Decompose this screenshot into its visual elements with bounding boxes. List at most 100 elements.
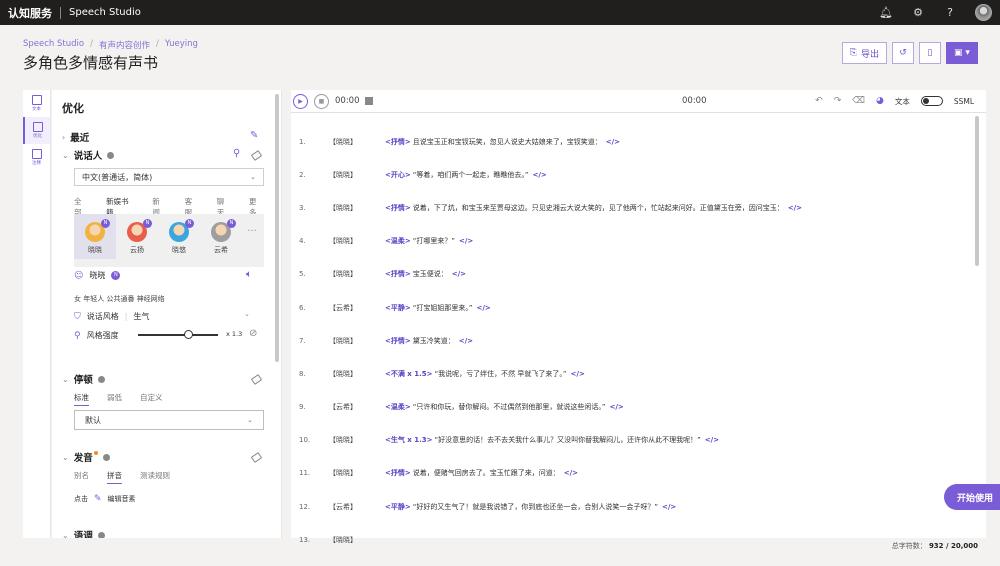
script-line[interactable]: 9. 【云希】 <温柔> “只许和你玩，替你解闷。不过偶然到他那里，就说这些闲话。” <… (299, 391, 959, 424)
voice-card[interactable]: N 云希 (200, 219, 242, 255)
line-text[interactable]: “好好的又生气了！就是我说错了，你到底也还坐一会，合别人说笑一会子呀？” (413, 502, 658, 512)
rail-item-text[interactable]: 文本 (23, 90, 50, 117)
eraser-icon[interactable] (250, 150, 263, 161)
language-select[interactable]: 中文(普通话，简体) ⌄ (74, 168, 264, 186)
slider-thumb[interactable] (183, 330, 193, 339)
line-text[interactable]: “好没意思的话！去不去关我什么事儿？又没叫你替我解闷儿，还许你从此不理我呢！” (435, 435, 701, 445)
emotion-tag[interactable]: <平静> (385, 502, 411, 512)
section-recent[interactable]: › 最近 (62, 130, 89, 145)
eraser-icon[interactable]: ⌫ (852, 96, 865, 106)
palette-icon[interactable]: ◕ (876, 96, 884, 106)
rail-item-comment[interactable]: 注释 (23, 144, 50, 171)
play-button[interactable]: ▶ (293, 93, 308, 109)
script-line[interactable]: 13. 【晓晓】 (299, 523, 959, 556)
breadcrumb-item-studio[interactable]: Speech Studio (23, 39, 84, 51)
voice-card[interactable]: N 晓晓 (74, 214, 116, 259)
tag-close[interactable]: </> (571, 370, 585, 378)
voice-card[interactable]: N 晓悠 (158, 219, 200, 255)
voice-settings-icon[interactable]: ⚲ (233, 148, 240, 159)
get-started-button[interactable]: 开始使用 (944, 484, 1000, 510)
export-button[interactable]: ⎘ 导出 (841, 42, 887, 64)
intensity-slider[interactable] (138, 330, 218, 339)
section-speaker[interactable]: ⌄ 说话人 (62, 148, 115, 162)
redo-icon[interactable]: ↷ (834, 96, 842, 106)
emotion-tag[interactable]: <抒情> (385, 269, 411, 279)
voice-card[interactable]: N 云扬 (116, 219, 158, 255)
more-voices-icon[interactable]: ··· (242, 222, 262, 237)
tag-close[interactable]: </> (452, 270, 466, 278)
line-text[interactable]: 宝玉便说： (413, 269, 448, 279)
ssml-toggle[interactable] (920, 96, 943, 106)
eraser-icon[interactable] (250, 374, 263, 385)
tag-close[interactable]: </> (606, 138, 620, 146)
save-button[interactable]: ▣ ▾ (946, 42, 978, 64)
pause-select[interactable]: 默认 ⌄ (74, 410, 264, 430)
eraser-icon[interactable] (250, 452, 263, 463)
breadcrumb-item-creation[interactable]: 有声内容创作 (99, 39, 150, 51)
tag-close[interactable]: </> (477, 304, 491, 312)
line-text[interactable]: “打宝姐姐那里来。” (413, 303, 473, 313)
tab-alias[interactable]: 别名 (74, 470, 89, 484)
script-line[interactable]: 4. 【晓晓】 <温柔> “打哪里来？” </> (299, 225, 959, 258)
tag-close[interactable]: </> (705, 436, 719, 444)
product-title[interactable]: Speech Studio (69, 7, 141, 18)
emotion-tag[interactable]: <温柔> (385, 236, 411, 246)
speaker-play-icon[interactable]: 🔈︎ (246, 269, 252, 280)
brand-title[interactable]: 认知服务 (8, 5, 52, 21)
section-intonation[interactable]: ⌄ 语调 (62, 528, 105, 538)
reset-icon[interactable]: ⊘ (249, 328, 257, 339)
line-text[interactable]: 说着，下了炕，和宝玉来至贾母这边。只见史湘云大说大笑的，见了他两个，忙站起来问好… (413, 203, 784, 213)
breadcrumb-item-project[interactable]: Yueying (165, 39, 198, 51)
script-line[interactable]: 11. 【晓晓】 <抒情> 说着，便赌气回房去了。宝玉忙跟了来，问道： </> (299, 457, 959, 490)
tag-close[interactable]: </> (662, 503, 676, 511)
help-icon[interactable]: ? (943, 6, 957, 20)
section-pause[interactable]: ⌄ 停顿 (62, 372, 105, 386)
emotion-tag[interactable]: <开心> (385, 170, 411, 180)
script-line[interactable]: 12. 【云希】 <平静> “好好的又生气了！就是我说错了，你到底也还坐一会，合别人说… (299, 490, 959, 523)
panel-scrollbar[interactable] (275, 94, 279, 362)
script-line[interactable]: 6. 【云希】 <平静> “打宝姐姐那里来。” </> (299, 291, 959, 324)
tab-pinyin[interactable]: 拼音 (107, 470, 122, 484)
script-line[interactable]: 7. 【晓晓】 <抒情> 黛玉冷笑道： </> (299, 324, 959, 357)
line-text[interactable]: 黛玉冷笑道： (413, 336, 455, 346)
emotion-tag[interactable]: <平静> (385, 303, 411, 313)
line-text[interactable]: 且说宝玉正和宝钗玩笑，忽见人说史大姑娘来了，宝钗笑道： (413, 137, 602, 147)
edit-phoneme-link[interactable]: 编辑音素 (108, 494, 136, 504)
emotion-tag[interactable]: <生气 x 1.3> (385, 435, 433, 445)
tag-close[interactable]: </> (459, 237, 473, 245)
file-button[interactable]: ▯ (919, 42, 941, 64)
script-line[interactable]: 1. 【晓晓】 <抒情> 且说宝玉正和宝钗玩笑，忽见人说史大姑娘来了，宝钗笑道： </> (299, 125, 959, 158)
info-icon[interactable] (102, 453, 110, 461)
tag-close[interactable]: </> (459, 337, 473, 345)
tab-custom[interactable]: 自定义 (140, 392, 163, 406)
line-text[interactable]: “只许和你玩，替你解闷。不过偶然到他那里，就说这些闲话。” (413, 402, 606, 412)
info-icon[interactable] (97, 375, 105, 383)
script-line[interactable]: 8. 【晓晓】 <不满 x 1.5> “我说呢，亏了绊住，不然 早就飞了来了。” </> (299, 357, 959, 390)
emotion-tag[interactable]: <抒情> (385, 137, 411, 147)
section-pronunciation[interactable]: ⌄ 发音 (62, 450, 110, 464)
line-text[interactable]: “等着，咱们两个一起走，瞧瞧他去。” (413, 170, 529, 180)
tag-close[interactable]: </> (610, 403, 624, 411)
tag-close[interactable]: </> (788, 204, 802, 212)
line-text[interactable]: 说着，便赌气回房去了。宝玉忙跟了来，问道： (413, 468, 560, 478)
emotion-tag[interactable]: <不满 x 1.5> (385, 369, 433, 379)
tab-standard[interactable]: 标准 (74, 392, 89, 406)
emotion-tag[interactable]: <抒情> (385, 468, 411, 478)
progress-marker[interactable] (364, 97, 373, 105)
script-line[interactable]: 10. 【晓晓】 <生气 x 1.3> “好没意思的话！去不去关我什么事儿？又没叫你替… (299, 424, 959, 457)
chevron-down-icon[interactable]: ⌄ (244, 310, 250, 318)
rail-item-optimize[interactable]: 优化 (23, 117, 50, 144)
tab-reading-rules[interactable]: 测读规则 (140, 470, 170, 484)
emotion-tag[interactable]: <抒情> (385, 336, 411, 346)
tag-close[interactable]: </> (564, 469, 578, 477)
tab-weak[interactable]: 弱低 (107, 392, 122, 406)
info-icon[interactable] (107, 151, 115, 159)
line-text[interactable]: “打哪里来？” (413, 236, 455, 246)
line-text[interactable]: “我说呢，亏了绊住，不然 早就飞了来了。” (435, 369, 567, 379)
pencil-icon[interactable]: ✎ (250, 130, 258, 141)
style-value[interactable]: 生气 (133, 311, 149, 322)
script-line[interactable]: 3. 【晓晓】 <抒情> 说着，下了炕，和宝玉来至贾母这边。只见史湘云大说大笑的，见了… (299, 191, 959, 224)
avatar[interactable] (975, 4, 992, 21)
emotion-tag[interactable]: <抒情> (385, 203, 411, 213)
gear-icon[interactable]: ⚙ (911, 6, 925, 20)
